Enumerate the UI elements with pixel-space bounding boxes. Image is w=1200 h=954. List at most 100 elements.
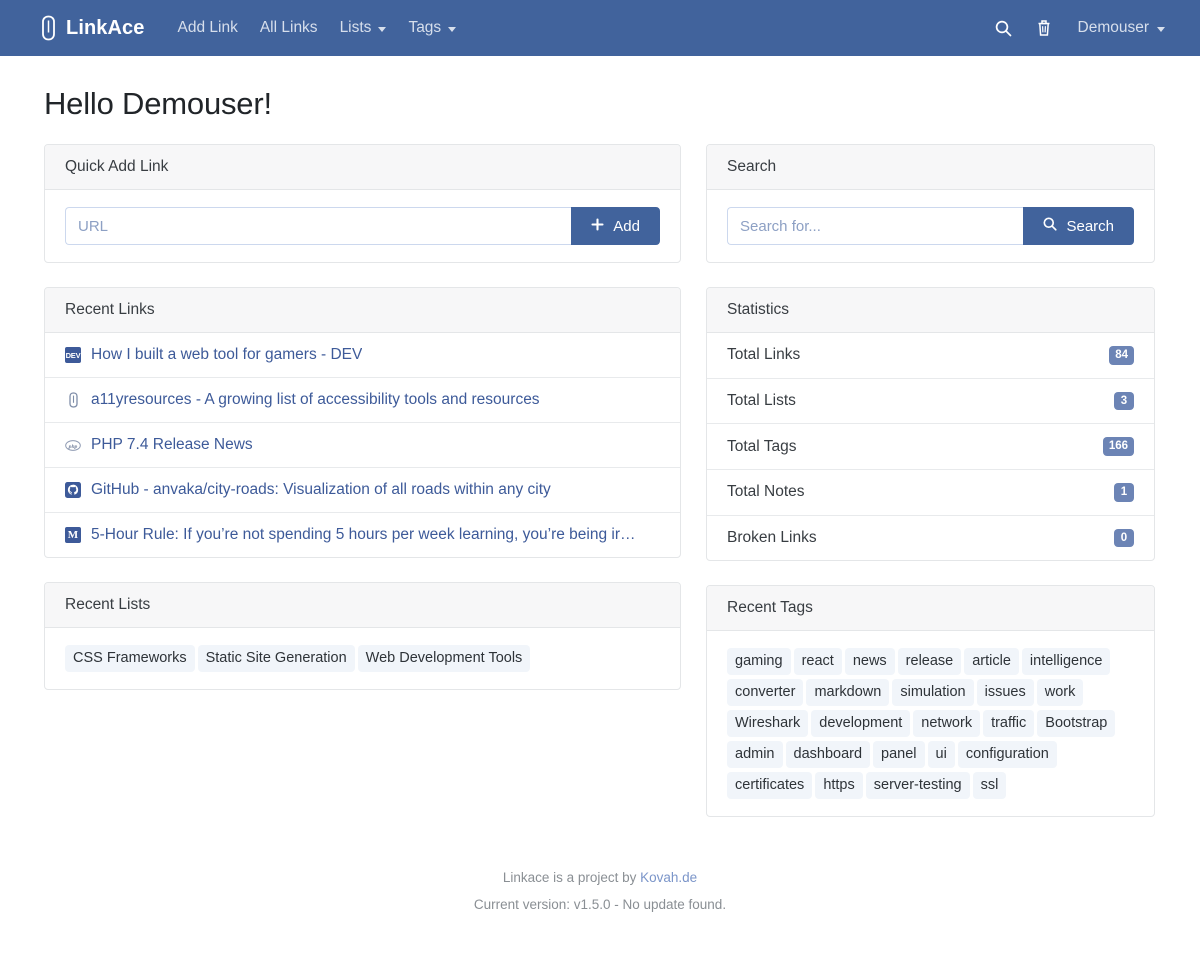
tag-pill[interactable]: markdown: [806, 679, 889, 706]
recent-link[interactable]: a11yresources - A growing list of access…: [65, 391, 540, 409]
list-pill[interactable]: Web Development Tools: [358, 645, 531, 672]
recent-link-title: GitHub - anvaka/city-roads: Visualizatio…: [91, 481, 551, 499]
stat-row-total-lists: Total Lists 3: [707, 379, 1154, 425]
tag-pill[interactable]: Bootstrap: [1037, 710, 1115, 737]
kovah-link[interactable]: Kovah.de: [640, 870, 697, 885]
github-icon: [65, 482, 81, 498]
nav-item-label: Lists: [340, 19, 372, 37]
nav-item-label: All Links: [260, 19, 318, 37]
recent-links-header: Recent Links: [45, 288, 680, 333]
tag-pill[interactable]: work: [1037, 679, 1084, 706]
tag-pill[interactable]: network: [913, 710, 980, 737]
paperclip-icon: [40, 15, 57, 41]
url-input[interactable]: [65, 207, 571, 245]
nav-item-tags[interactable]: Tags: [397, 13, 467, 43]
page-footer: Linkace is a project by Kovah.de Current…: [44, 841, 1156, 918]
stat-row-broken-links: Broken Links 0: [707, 516, 1154, 561]
nav-item-all-links[interactable]: All Links: [249, 13, 329, 43]
status-badge: 1: [1114, 483, 1134, 502]
nav-links: Add Link All Links Lists Tags: [167, 13, 468, 43]
tag-pill[interactable]: development: [811, 710, 910, 737]
recent-lists-header: Recent Lists: [45, 583, 680, 628]
brand-label: LinkAce: [66, 17, 145, 40]
recent-link-title: a11yresources - A growing list of access…: [91, 391, 540, 409]
stat-label: Total Tags: [727, 438, 797, 456]
stat-row-total-tags: Total Tags 166: [707, 424, 1154, 470]
list-pill[interactable]: Static Site Generation: [198, 645, 355, 672]
tag-pill[interactable]: Wireshark: [727, 710, 808, 737]
tag-pill[interactable]: dashboard: [786, 741, 871, 768]
list-item[interactable]: php PHP 7.4 Release News: [45, 423, 680, 468]
status-badge: 0: [1114, 529, 1134, 548]
tag-pill[interactable]: ssl: [973, 772, 1007, 799]
tag-pill[interactable]: gaming: [727, 648, 791, 675]
plus-icon: [591, 218, 604, 235]
right-column: Search Search: [706, 144, 1155, 841]
chevron-down-icon: [1157, 27, 1165, 32]
search-card: Search Search: [706, 144, 1155, 263]
tag-pill[interactable]: news: [845, 648, 895, 675]
footer-version-line: Current version: v1.5.0 - No update foun…: [44, 892, 1156, 918]
list-item[interactable]: M 5-Hour Rule: If you’re not spending 5 …: [45, 513, 680, 557]
search-input[interactable]: [727, 207, 1023, 245]
tag-pill[interactable]: certificates: [727, 772, 812, 799]
status-badge: 3: [1114, 392, 1134, 411]
list-item[interactable]: a11yresources - A growing list of access…: [45, 378, 680, 423]
tag-pill[interactable]: converter: [727, 679, 803, 706]
list-item[interactable]: GitHub - anvaka/city-roads: Visualizatio…: [45, 468, 680, 513]
recent-link[interactable]: M 5-Hour Rule: If you’re not spending 5 …: [65, 526, 636, 544]
search-icon[interactable]: [983, 14, 1024, 43]
tag-pill[interactable]: server-testing: [866, 772, 970, 799]
statistics-header: Statistics: [707, 288, 1154, 333]
tag-pill[interactable]: traffic: [983, 710, 1034, 737]
top-navbar: LinkAce Add Link All Links Lists Tags: [0, 0, 1200, 56]
stat-label: Total Links: [727, 346, 800, 364]
search-icon: [1043, 217, 1057, 235]
dashboard-grid: Quick Add Link Add: [44, 144, 1156, 841]
list-item[interactable]: DEV How I built a web tool for gamers - …: [45, 333, 680, 378]
tag-pill[interactable]: intelligence: [1022, 648, 1111, 675]
nav-item-add-link[interactable]: Add Link: [167, 13, 249, 43]
add-link-button[interactable]: Add: [571, 207, 660, 245]
search-button-label: Search: [1066, 218, 1114, 235]
tag-pill[interactable]: article: [964, 648, 1019, 675]
status-badge: 84: [1109, 346, 1134, 365]
recent-links-list: DEV How I built a web tool for gamers - …: [45, 333, 680, 557]
recent-tags-pills: gaming react news release article intell…: [727, 648, 1134, 799]
tag-pill[interactable]: release: [898, 648, 962, 675]
nav-item-label: Add Link: [178, 19, 238, 37]
stat-row-total-notes: Total Notes 1: [707, 470, 1154, 516]
recent-tags-card: Recent Tags gaming react news release ar…: [706, 585, 1155, 817]
stat-row-total-links: Total Links 84: [707, 333, 1154, 379]
tag-pill[interactable]: panel: [873, 741, 924, 768]
search-input-group: Search: [727, 207, 1134, 245]
stat-label: Total Notes: [727, 483, 805, 501]
search-header: Search: [707, 145, 1154, 190]
stat-label: Total Lists: [727, 392, 796, 410]
nav-item-lists[interactable]: Lists: [329, 13, 398, 43]
list-pill[interactable]: CSS Frameworks: [65, 645, 195, 672]
statistics-card: Statistics Total Links 84 Total Lists 3 …: [706, 287, 1155, 561]
search-button[interactable]: Search: [1023, 207, 1134, 245]
add-link-button-label: Add: [613, 218, 640, 235]
recent-link[interactable]: php PHP 7.4 Release News: [65, 436, 253, 454]
tag-pill[interactable]: https: [815, 772, 862, 799]
user-menu[interactable]: Demouser: [1064, 13, 1177, 43]
recent-link[interactable]: GitHub - anvaka/city-roads: Visualizatio…: [65, 481, 551, 499]
nav-item-label: Tags: [408, 19, 441, 37]
user-menu-label: Demouser: [1078, 19, 1150, 37]
tag-pill[interactable]: issues: [977, 679, 1034, 706]
recent-lists-card: Recent Lists CSS Frameworks Static Site …: [44, 582, 681, 690]
tag-pill[interactable]: admin: [727, 741, 783, 768]
recent-link-title: PHP 7.4 Release News: [91, 436, 253, 454]
tag-pill[interactable]: react: [794, 648, 842, 675]
recent-link-title: 5-Hour Rule: If you’re not spending 5 ho…: [91, 526, 636, 544]
tag-pill[interactable]: ui: [928, 741, 955, 768]
trash-icon[interactable]: [1024, 13, 1064, 43]
recent-link[interactable]: DEV How I built a web tool for gamers - …: [65, 346, 362, 364]
tag-pill[interactable]: configuration: [958, 741, 1057, 768]
recent-links-card: Recent Links DEV How I built a web tool …: [44, 287, 681, 558]
recent-lists-pills: CSS Frameworks Static Site Generation We…: [65, 645, 660, 672]
brand-logo[interactable]: LinkAce: [40, 15, 145, 41]
tag-pill[interactable]: simulation: [892, 679, 973, 706]
